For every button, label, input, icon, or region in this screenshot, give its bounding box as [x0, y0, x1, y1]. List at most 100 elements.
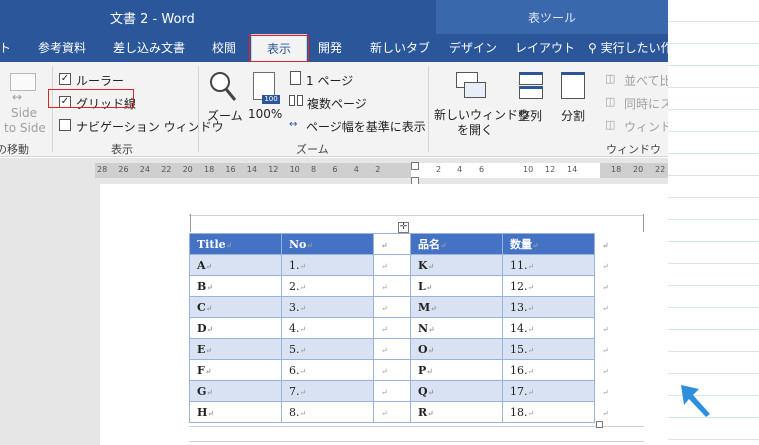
cell-end-mark: ↵: [299, 408, 307, 418]
table-gap-cell[interactable]: ↵: [373, 401, 411, 423]
table-gap-cell[interactable]: ↵: [373, 380, 411, 402]
reset-position-icon: ◫: [605, 118, 616, 131]
cell-text: 6.: [289, 363, 300, 377]
table-cell[interactable]: 11.↵: [502, 254, 595, 276]
table-cell[interactable]: M↵: [410, 296, 503, 318]
tell-me-box[interactable]: ⚲ 実行したい作: [588, 34, 673, 62]
data-table[interactable]: Title↵ No↵ ↵ 品名↵ 数量↵ ↵ A↵ 1.↵ ↵ K↵ 11.↵ ↵ B↵ 2.↵ ↵ L↵ 12…: [189, 233, 609, 423]
table-header-cell[interactable]: Title↵: [189, 233, 282, 255]
end-of-row-marker[interactable]: ↵: [594, 275, 609, 297]
table-resize-handle[interactable]: [596, 421, 603, 428]
table-cell[interactable]: 12.↵: [502, 275, 595, 297]
table-cell[interactable]: 5.↵: [281, 338, 374, 360]
sync-scroll-button[interactable]: 同時にス: [624, 95, 672, 112]
table-cell[interactable]: 1.↵: [281, 254, 374, 276]
table-cell[interactable]: 8.↵: [281, 401, 374, 423]
end-of-row-marker[interactable]: ↵: [594, 401, 609, 423]
cell-text: 品名: [418, 238, 440, 251]
cell-end-mark: ↵: [427, 386, 435, 397]
cell-end-mark: ↵: [602, 303, 609, 313]
ruler-tick-label: 18: [204, 165, 215, 174]
tab-new[interactable]: 新しいタブ: [370, 34, 430, 62]
table-cell[interactable]: 14.↵: [502, 317, 595, 339]
table-cell[interactable]: P↵: [410, 359, 503, 381]
table-cell[interactable]: G↵: [189, 380, 282, 402]
tab-partial[interactable]: ト: [0, 34, 11, 62]
table-gap-cell[interactable]: ↵: [373, 275, 411, 297]
zoom-button[interactable]: ズーム: [207, 107, 243, 124]
table-cell[interactable]: 4.↵: [281, 317, 374, 339]
first-line-indent-marker[interactable]: [411, 162, 419, 170]
table-cell[interactable]: K↵: [410, 254, 503, 276]
cell-text: 数量: [510, 238, 532, 251]
table-cell[interactable]: B↵: [189, 275, 282, 297]
table-cell[interactable]: 13.↵: [502, 296, 595, 318]
cell-end-mark: ↵: [602, 345, 609, 355]
table-gap-cell[interactable]: ↵: [373, 317, 411, 339]
tab-mailings[interactable]: 差し込み文書: [113, 34, 185, 62]
table-cell[interactable]: 2.↵: [281, 275, 374, 297]
cell-text: 1.: [289, 258, 300, 272]
ruler-label: ルーラー: [76, 74, 125, 88]
one-page-button[interactable]: 1 ページ: [306, 72, 353, 89]
cell-end-mark: ↵: [527, 408, 535, 418]
split-button[interactable]: 分割: [561, 107, 585, 124]
table-gap-cell[interactable]: ↵: [373, 338, 411, 360]
arrange-all-button[interactable]: 整列: [518, 107, 542, 124]
cell-end-mark: ↵: [206, 323, 214, 334]
end-of-row-marker[interactable]: ↵: [594, 338, 609, 360]
table-cell[interactable]: 6.↵: [281, 359, 374, 381]
table-header-cell[interactable]: 数量↵: [502, 233, 595, 255]
table-gap-cell[interactable]: ↵: [373, 296, 411, 318]
table-gap-cell[interactable]: ↵: [373, 254, 411, 276]
end-of-row-marker[interactable]: ↵: [594, 254, 609, 276]
new-window-line2[interactable]: を開く: [457, 121, 493, 138]
tab-layout[interactable]: レイアウト: [515, 34, 575, 62]
end-of-row-marker[interactable]: ↵: [594, 296, 609, 318]
table-cell[interactable]: O↵: [410, 338, 503, 360]
table-cell[interactable]: D↵: [189, 317, 282, 339]
tab-design[interactable]: デザイン: [449, 34, 497, 62]
table-move-handle-icon[interactable]: ✛: [398, 222, 409, 233]
view-side-by-side-button[interactable]: 並べて比: [624, 72, 672, 89]
table-cell[interactable]: 17.↵: [502, 380, 595, 402]
tab-review[interactable]: 校閲: [212, 34, 236, 62]
tab-references[interactable]: 参考資料: [38, 34, 86, 62]
cell-text: 7.: [289, 384, 300, 398]
pointer-arrow-icon: [681, 385, 710, 417]
ruler-checkbox[interactable]: ✓: [59, 73, 71, 85]
table-cell[interactable]: 3.↵: [281, 296, 374, 318]
table-cell[interactable]: 16.↵: [502, 359, 595, 381]
table-gap-cell[interactable]: ↵: [373, 359, 411, 381]
table-cell[interactable]: C↵: [189, 296, 282, 318]
group-label-zoom: ズーム: [296, 143, 329, 156]
table-cell[interactable]: R↵: [410, 401, 503, 423]
hundred-percent-button[interactable]: 100%: [248, 107, 282, 121]
cell-end-mark: ↵: [527, 303, 535, 313]
tab-developer[interactable]: 開発: [318, 34, 342, 62]
page-width-button[interactable]: ページ幅を基準に表示: [306, 118, 426, 135]
table-cell[interactable]: N↵: [410, 317, 503, 339]
group-separator: [52, 66, 53, 152]
side-to-side-line2[interactable]: to Side: [4, 121, 46, 135]
table-header-cell[interactable]: 品名↵: [410, 233, 503, 255]
table-cell[interactable]: F↵: [189, 359, 282, 381]
table-cell[interactable]: 15.↵: [502, 338, 595, 360]
side-to-side-line1[interactable]: Side: [11, 106, 37, 120]
table-header-cell[interactable]: No↵: [281, 233, 374, 255]
table-cell[interactable]: 7.↵: [281, 380, 374, 402]
end-of-row-marker[interactable]: ↵: [594, 233, 609, 255]
navigation-pane-checkbox[interactable]: [59, 119, 71, 131]
table-cell[interactable]: L↵: [410, 275, 503, 297]
table-cell[interactable]: A↵: [189, 254, 282, 276]
end-of-row-marker[interactable]: ↵: [594, 317, 609, 339]
end-of-row-marker[interactable]: ↵: [594, 380, 609, 402]
table-cell[interactable]: 18.↵: [502, 401, 595, 423]
cell-end-mark: ↵: [527, 387, 535, 397]
multi-page-button[interactable]: 複数ページ: [307, 95, 367, 112]
table-cell[interactable]: H↵: [189, 401, 282, 423]
table-cell[interactable]: Q↵: [410, 380, 503, 402]
table-cell[interactable]: E↵: [189, 338, 282, 360]
end-of-row-marker[interactable]: ↵: [594, 359, 609, 381]
table-gap-cell[interactable]: ↵: [373, 233, 411, 255]
